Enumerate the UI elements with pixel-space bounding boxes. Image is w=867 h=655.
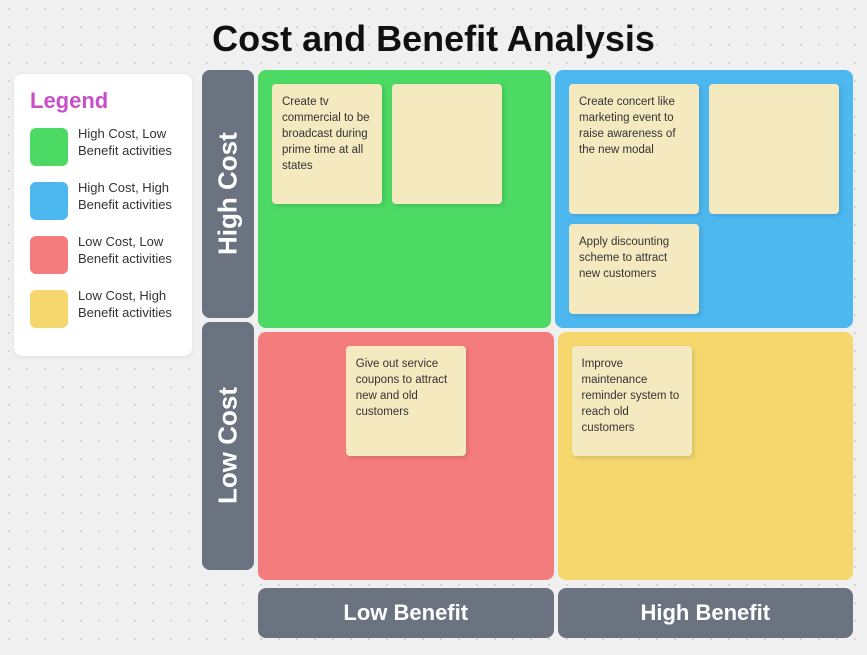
legend-item-yellow: Low Cost, High Benefit activities [30,288,176,328]
legend-label-green: High Cost, Low Benefit activities [78,126,176,160]
sticky-note: Apply discounting scheme to attract new … [569,224,699,314]
cell-low-cost-high-benefit: Improve maintenance reminder system to r… [558,332,854,580]
cell-high-cost-low-benefit: Create tv commercial to be broadcast dur… [258,70,551,328]
legend-label-yellow: Low Cost, High Benefit activities [78,288,176,322]
legend-color-red [30,236,68,274]
high-cost-label: High Cost [202,70,254,318]
legend-panel: Legend High Cost, Low Benefit activities… [14,74,192,356]
low-cost-label: Low Cost [202,322,254,570]
sticky-note: Create concert like marketing event to r… [569,84,699,214]
cell-high-cost-high-benefit: Create concert like marketing event to r… [555,70,853,328]
sticky-note [709,84,839,214]
legend-title: Legend [30,88,176,114]
sticky-note [392,84,502,204]
legend-label-red: Low Cost, Low Benefit activities [78,234,176,268]
legend-color-blue [30,182,68,220]
legend-color-green [30,128,68,166]
cell-low-cost-low-benefit: Give out service coupons to attract new … [258,332,554,580]
legend-item-green: High Cost, Low Benefit activities [30,126,176,166]
sticky-note: Create tv commercial to be broadcast dur… [272,84,382,204]
low-benefit-label: Low Benefit [258,588,554,638]
page-title: Cost and Benefit Analysis [0,0,867,70]
sticky-note: Give out service coupons to attract new … [346,346,466,456]
sticky-note: Improve maintenance reminder system to r… [572,346,692,456]
legend-label-blue: High Cost, High Benefit activities [78,180,176,214]
high-benefit-label: High Benefit [558,588,854,638]
legend-item-red: Low Cost, Low Benefit activities [30,234,176,274]
legend-color-yellow [30,290,68,328]
legend-item-blue: High Cost, High Benefit activities [30,180,176,220]
